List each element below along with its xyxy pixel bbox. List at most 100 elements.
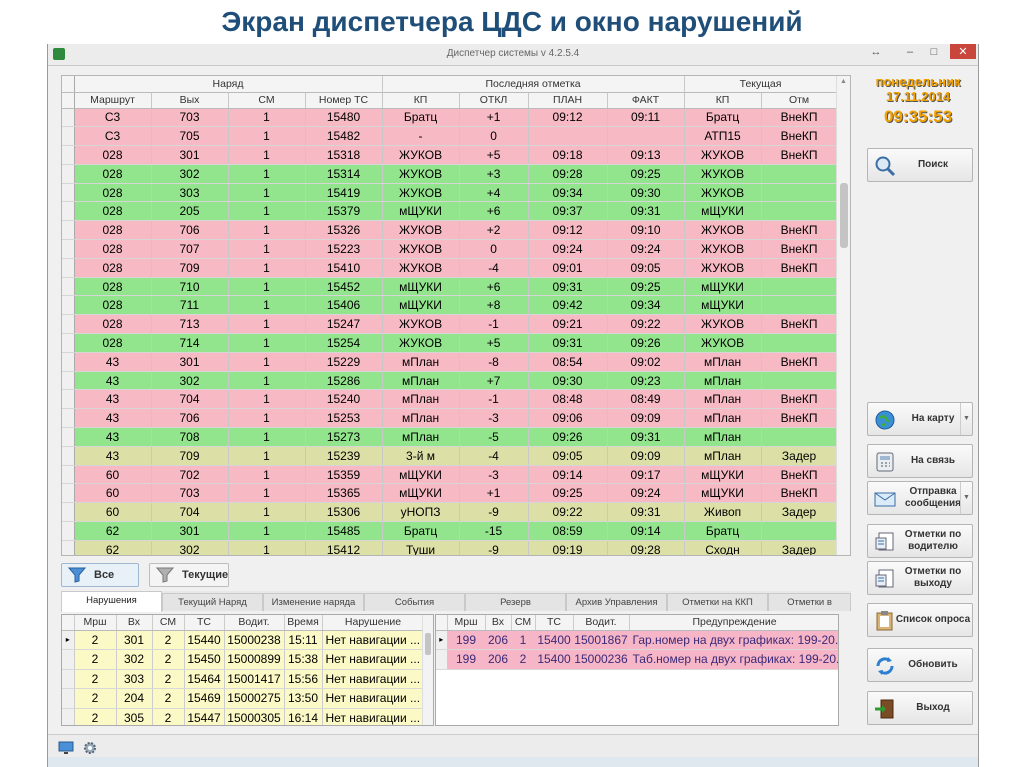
row-selector[interactable]: [62, 669, 75, 689]
column-header[interactable]: ТС: [535, 615, 574, 631]
table-row[interactable]: ▸ 2 301 2 15440 15000238 15:11 Нет навигации ..…: [62, 630, 425, 650]
table-row[interactable]: С3 703 1 15480 Братц +1 09:12 09:11 Братц ВнеКП: [62, 108, 838, 128]
chevron-down-icon[interactable]: ▼: [960, 482, 972, 514]
column-header[interactable]: Мрш: [74, 615, 117, 631]
row-selector[interactable]: [62, 483, 75, 504]
row-selector[interactable]: [62, 540, 75, 555]
tab-1[interactable]: Текущий Наряд: [162, 593, 263, 611]
row-selector[interactable]: [62, 352, 75, 372]
column-header[interactable]: ОТКЛ: [459, 92, 529, 109]
column-header[interactable]: Водит.: [573, 615, 630, 631]
row-selector[interactable]: [62, 183, 75, 203]
row-selector[interactable]: [62, 126, 75, 147]
table-row[interactable]: 43 709 1 15239 3-й м -4 09:05 09:09 мПлан Задер: [62, 446, 838, 466]
row-selector[interactable]: [62, 258, 75, 278]
chevron-down-icon[interactable]: ▼: [960, 403, 972, 435]
table-row[interactable]: 62 302 1 15412 Туши -9 09:19 09:28 Сходн Задер: [62, 540, 838, 555]
table-row[interactable]: 2 204 2 15469 15000275 13:50 Нет навигации ...: [62, 688, 425, 709]
row-selector[interactable]: [62, 333, 75, 353]
row-selector[interactable]: ▸: [62, 630, 75, 650]
column-header[interactable]: Нарушение: [322, 615, 425, 631]
table-row[interactable]: 028 710 1 15452 мЩУКИ +6 09:31 09:25 мЩУКИ: [62, 277, 838, 297]
row-selector[interactable]: [62, 277, 75, 297]
warnings-grid[interactable]: Мрш Вх СМ ТС Водит. Предупреждение ▸ 199 206 1 15…: [435, 614, 839, 726]
table-row[interactable]: 62 301 1 15485 Братц -15 08:59 09:14 Братц: [62, 521, 838, 541]
exit-button[interactable]: Выход: [867, 691, 973, 725]
column-header[interactable]: Предупреждение: [629, 615, 838, 631]
row-selector[interactable]: [62, 521, 75, 541]
send-message-button[interactable]: Отправка сообщения ▼: [867, 481, 973, 515]
row-selector[interactable]: [62, 145, 75, 165]
table-row[interactable]: 199 206 2 15400 15000236 Таб.номер на двух гр…: [436, 649, 838, 670]
column-header[interactable]: Мрш: [447, 615, 486, 631]
table-row[interactable]: 43 704 1 15240 мПлан -1 08:48 08:49 мПлан ВнеКП: [62, 389, 838, 410]
column-header[interactable]: КП: [382, 92, 460, 109]
table-row[interactable]: 43 301 1 15229 мПлан -8 08:54 09:02 мПлан ВнеКП: [62, 352, 838, 372]
column-header[interactable]: Маршрут: [74, 92, 152, 109]
tab-4[interactable]: Резерв: [465, 593, 566, 611]
tab-7[interactable]: Отметки в: [768, 593, 851, 611]
row-selector[interactable]: ▸: [436, 630, 448, 650]
row-selector[interactable]: [62, 502, 75, 523]
filter-all-button[interactable]: Все: [61, 563, 139, 587]
dispatch-grid[interactable]: Наряд Последняя отметка Текущая Маршрут В…: [61, 75, 851, 556]
row-selector[interactable]: [436, 649, 448, 670]
column-header[interactable]: Отм: [761, 92, 838, 109]
table-row[interactable]: 028 205 1 15379 мЩУКИ +6 09:37 09:31 мЩУКИ: [62, 201, 838, 222]
column-header[interactable]: ПЛАН: [528, 92, 608, 109]
table-row[interactable]: 43 708 1 15273 мПлан -5 09:26 09:31 мПлан: [62, 427, 838, 447]
column-header[interactable]: Водит.: [224, 615, 285, 631]
minimize-button[interactable]: –: [900, 44, 920, 60]
table-row[interactable]: 028 706 1 15326 ЖУКОВ +2 09:12 09:10 ЖУКОВ ВнеКП: [62, 220, 838, 241]
column-header[interactable]: ФАКТ: [607, 92, 685, 109]
table-row[interactable]: 028 709 1 15410 ЖУКОВ -4 09:01 09:05 ЖУКОВ ВнеКП: [62, 258, 838, 278]
table-row[interactable]: 028 711 1 15406 мЩУКИ +8 09:42 09:34 мЩУКИ: [62, 295, 838, 316]
tab-2[interactable]: Изменение наряда: [263, 593, 364, 611]
row-selector[interactable]: [62, 371, 75, 391]
row-selector[interactable]: [62, 465, 75, 485]
column-header[interactable]: СМ: [511, 615, 536, 631]
row-selector[interactable]: [62, 108, 75, 128]
table-row[interactable]: 028 301 1 15318 ЖУКОВ +5 09:18 09:13 ЖУКОВ ВнеКП: [62, 145, 838, 165]
column-header[interactable]: Время: [284, 615, 323, 631]
table-row[interactable]: 60 703 1 15365 мЩУКИ +1 09:25 09:24 мЩУКИ ВнеКП: [62, 483, 838, 504]
resize-icon[interactable]: ↔: [866, 44, 886, 60]
table-row[interactable]: 2 303 2 15464 15001417 15:56 Нет навигации ...: [62, 669, 425, 689]
search-button[interactable]: Поиск: [867, 148, 973, 182]
row-selector[interactable]: [62, 220, 75, 241]
row-selector[interactable]: [62, 427, 75, 447]
row-selector[interactable]: [62, 295, 75, 316]
table-row[interactable]: 2 305 2 15447 15000305 16:14 Нет навигации ...: [62, 708, 425, 725]
row-selector[interactable]: [62, 649, 75, 670]
maximize-button[interactable]: □: [924, 44, 944, 60]
poll-list-button[interactable]: Список опроса: [867, 603, 973, 637]
table-row[interactable]: 028 713 1 15247 ЖУКОВ -1 09:21 09:22 ЖУКОВ ВнеКП: [62, 314, 838, 335]
row-selector[interactable]: [62, 201, 75, 222]
gear-icon[interactable]: [82, 740, 98, 756]
table-row[interactable]: 60 704 1 15306 уНОПЗ -9 09:22 09:31 Живоп Задер: [62, 502, 838, 523]
column-header[interactable]: СМ: [152, 615, 185, 631]
refresh-button[interactable]: Обновить: [867, 648, 973, 682]
table-row[interactable]: 43 302 1 15286 мПлан +7 09:30 09:23 мПлан: [62, 371, 838, 391]
scroll-up-icon[interactable]: ▲: [840, 78, 847, 85]
column-header[interactable]: Вх: [485, 615, 512, 631]
grid-scrollbar[interactable]: ▲: [836, 76, 850, 555]
tab-5[interactable]: Архив Управления: [566, 593, 667, 611]
table-row[interactable]: 028 303 1 15419 ЖУКОВ +4 09:34 09:30 ЖУКОВ: [62, 183, 838, 203]
tab-6[interactable]: Отметки на ККП: [667, 593, 768, 611]
column-header[interactable]: ТС: [184, 615, 225, 631]
column-header[interactable]: СМ: [228, 92, 306, 109]
table-row[interactable]: С3 705 1 15482-0 АТП15 ВнеКП: [62, 126, 838, 147]
contact-button[interactable]: На связь: [867, 444, 973, 478]
scroll-thumb[interactable]: [840, 183, 848, 248]
map-button[interactable]: На карту ▼: [867, 402, 973, 436]
table-row[interactable]: 43 706 1 15253 мПлан -3 09:06 09:09 мПлан ВнеКП: [62, 408, 838, 429]
tab-3[interactable]: События: [364, 593, 465, 611]
table-row[interactable]: 028 707 1 15223 ЖУКОВ 0 09:24 09:24 ЖУКОВ ВнеКП: [62, 239, 838, 259]
table-row[interactable]: 60 702 1 15359 мЩУКИ -3 09:14 09:17 мЩУКИ ВнеКП: [62, 465, 838, 485]
row-selector[interactable]: [62, 708, 75, 725]
violations-scrollbar[interactable]: [422, 615, 433, 725]
row-selector[interactable]: [62, 688, 75, 709]
column-header[interactable]: Вх: [116, 615, 153, 631]
row-selector[interactable]: [62, 446, 75, 466]
